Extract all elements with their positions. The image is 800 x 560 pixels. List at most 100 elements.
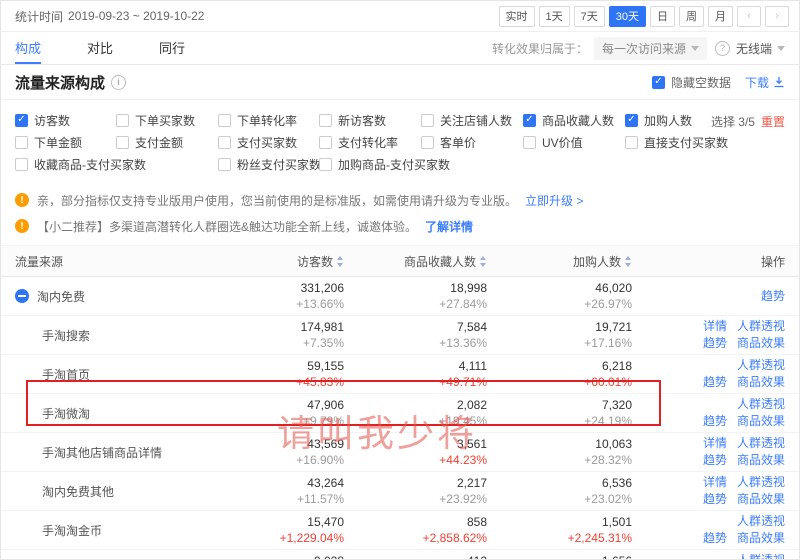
metric-checkbox[interactable] — [625, 136, 638, 149]
metric-checkbox[interactable] — [218, 114, 231, 127]
op-link-趋势[interactable]: 趋势 — [703, 453, 727, 468]
metric-checkbox[interactable] — [218, 136, 231, 149]
download-button[interactable]: 下载 — [745, 74, 785, 91]
metric-checkbox[interactable] — [15, 158, 28, 171]
tab-同行[interactable]: 同行 — [159, 32, 185, 64]
op-link-趋势[interactable]: 趋势 — [761, 289, 785, 304]
op-link-商品效果[interactable]: 商品效果 — [737, 531, 785, 546]
op-link-商品效果[interactable]: 商品效果 — [737, 414, 785, 429]
sort-icon[interactable] — [480, 256, 487, 267]
prev-button[interactable]: ‹ — [737, 6, 761, 27]
terminal-dropdown[interactable]: 无线端 — [736, 40, 785, 57]
metric-checkbox[interactable] — [15, 114, 28, 127]
change: +44.23% — [439, 453, 487, 468]
metric-option[interactable]: 访客数 — [15, 109, 116, 131]
table-row: 手淘搜索174,981+7.35%7,584+13.36%19,721+17.1… — [1, 316, 799, 355]
op-link-商品效果[interactable]: 商品效果 — [737, 336, 785, 351]
op-link-详情[interactable]: 详情 — [703, 319, 727, 334]
op-link-趋势[interactable]: 趋势 — [703, 492, 727, 507]
tab-构成[interactable]: 构成 — [15, 32, 41, 64]
value: 1,656 — [602, 554, 632, 560]
op-link-人群透视[interactable]: 人群透视 — [737, 358, 785, 373]
metric-option[interactable]: 下单转化率 — [218, 109, 319, 131]
range-button[interactable]: 周 — [679, 6, 704, 27]
op-link-人群透视[interactable]: 人群透视 — [737, 514, 785, 529]
op-link-商品效果[interactable]: 商品效果 — [737, 375, 785, 390]
metric-option[interactable]: 收藏商品-支付买家数 — [15, 153, 116, 175]
op-link-详情[interactable]: 详情 — [703, 475, 727, 490]
metric-checkbox[interactable] — [116, 114, 129, 127]
metric-label: 粉丝支付买家数 — [237, 156, 321, 173]
op-link-人群透视[interactable]: 人群透视 — [737, 397, 785, 412]
metric-checkbox[interactable] — [523, 136, 536, 149]
range-button[interactable]: 月 — [708, 6, 733, 27]
metric-label: 直接支付买家数 — [644, 134, 728, 151]
metric-option[interactable]: 下单金额 — [15, 131, 116, 153]
metric-checkbox[interactable] — [319, 158, 332, 171]
metric-option[interactable]: 新访客数 — [319, 109, 421, 131]
metric-option[interactable]: 商品收藏人数 — [523, 109, 625, 131]
op-link-人群透视[interactable]: 人群透视 — [737, 553, 785, 560]
metric-checkbox[interactable] — [116, 136, 129, 149]
metric-checkbox[interactable] — [421, 114, 434, 127]
metric-option[interactable]: UV价值 — [523, 131, 625, 153]
range-button[interactable]: 30天 — [609, 6, 646, 27]
promo-link[interactable]: 了解详情 — [425, 218, 473, 235]
op-link-人群透视[interactable]: 人群透视 — [737, 319, 785, 334]
range-button[interactable]: 1天 — [539, 6, 570, 27]
metric-option[interactable]: 支付金额 — [116, 131, 218, 153]
tab-对比[interactable]: 对比 — [87, 32, 113, 64]
sort-icon[interactable] — [625, 256, 632, 267]
metric-option[interactable]: 关注店铺人数 — [421, 109, 523, 131]
metric-option[interactable]: 支付买家数 — [218, 131, 319, 153]
value: 18,998 — [450, 281, 487, 296]
metrics-grid: 访客数下单买家数下单转化率新访客数关注店铺人数商品收藏人数加购人数下单金额支付金… — [15, 109, 785, 175]
sort-icon[interactable] — [337, 256, 344, 267]
attribution-dropdown[interactable]: 每一次访问来源 — [594, 37, 707, 60]
analytics-page: 统计时间 2019-09-23 ~ 2019-10-22 实时1天7天30天日周… — [0, 0, 800, 560]
section-actions: 隐藏空数据 下载 — [652, 74, 785, 91]
change: +11.57% — [297, 492, 344, 507]
reset-button[interactable]: 重置 — [761, 113, 785, 130]
op-link-人群透视[interactable]: 人群透视 — [737, 475, 785, 490]
collapse-icon[interactable] — [15, 289, 29, 303]
metric-checkbox[interactable] — [523, 114, 536, 127]
op-link-商品效果[interactable]: 商品效果 — [737, 453, 785, 468]
metric-checkbox[interactable] — [319, 136, 332, 149]
metric-option[interactable]: 直接支付买家数 — [625, 131, 735, 153]
row-cart-cell: 6,218+60.01% — [487, 355, 632, 393]
upgrade-link[interactable]: 立即升级 > — [525, 192, 583, 209]
ops-line: 趋势商品效果 — [703, 453, 785, 468]
row-collect-cell: 412+14.13% — [344, 550, 487, 560]
metric-option[interactable]: 支付转化率 — [319, 131, 421, 153]
hide-empty-checkbox[interactable] — [652, 76, 665, 89]
row-cart-cell: 1,501+2,245.31% — [487, 511, 632, 549]
metric-checkbox[interactable] — [15, 136, 28, 149]
op-link-趋势[interactable]: 趋势 — [703, 336, 727, 351]
metric-checkbox[interactable] — [421, 136, 434, 149]
metric-option[interactable]: 客单价 — [421, 131, 523, 153]
metric-checkbox[interactable] — [218, 158, 231, 171]
metric-option[interactable]: 加购商品-支付买家数 — [319, 153, 421, 175]
range-button[interactable]: 7天 — [574, 6, 605, 27]
range-button[interactable]: 实时 — [499, 6, 535, 27]
metric-option[interactable]: 下单买家数 — [116, 109, 218, 131]
row-collect-cell: 3,561+44.23% — [344, 433, 487, 471]
metric-label: 支付买家数 — [237, 134, 297, 151]
op-link-商品效果[interactable]: 商品效果 — [737, 492, 785, 507]
next-button[interactable]: › — [765, 6, 789, 27]
op-link-趋势[interactable]: 趋势 — [703, 414, 727, 429]
info-icon[interactable] — [111, 75, 126, 90]
metric-checkbox[interactable] — [319, 114, 332, 127]
range-button[interactable]: 日 — [650, 6, 675, 27]
value: 331,206 — [301, 281, 344, 296]
op-link-详情[interactable]: 详情 — [703, 436, 727, 451]
metric-option[interactable]: 粉丝支付买家数 — [218, 153, 319, 175]
op-link-趋势[interactable]: 趋势 — [703, 531, 727, 546]
help-icon[interactable] — [715, 41, 730, 56]
op-link-人群透视[interactable]: 人群透视 — [737, 436, 785, 451]
hide-empty-toggle[interactable]: 隐藏空数据 — [652, 74, 731, 91]
op-link-趋势[interactable]: 趋势 — [703, 375, 727, 390]
table-row: 淘内免费其他43,264+11.57%2,217+23.92%6,536+23.… — [1, 472, 799, 511]
metric-checkbox[interactable] — [625, 114, 638, 127]
